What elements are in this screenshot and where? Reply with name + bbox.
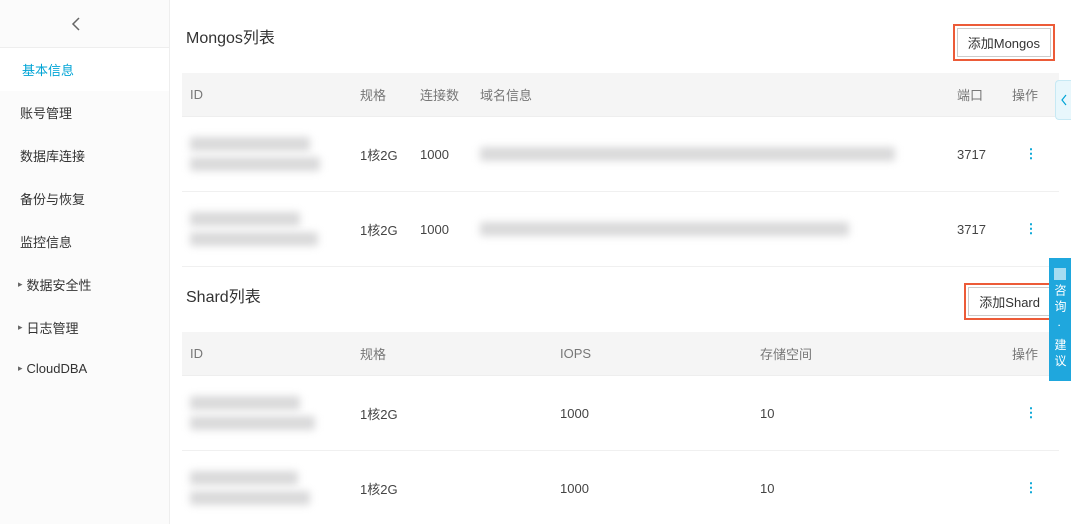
add-mongos-button[interactable]: 添加Mongos: [957, 28, 1051, 57]
cell-iops: 1000: [552, 376, 752, 451]
cell-id: [182, 117, 352, 192]
cell-id: [182, 451, 352, 524]
col-id: ID: [182, 73, 352, 117]
chat-icon: [1054, 268, 1066, 280]
cell-id: [182, 192, 352, 267]
sidebar-item-security[interactable]: 数据安全性: [0, 263, 169, 306]
sidebar-item-clouddba[interactable]: CloudDBA: [0, 349, 169, 388]
col-domain: 域名信息: [472, 73, 949, 117]
sidebar-item-db-connect[interactable]: 数据库连接: [0, 134, 169, 177]
chevron-left-icon: [70, 16, 82, 32]
back-button[interactable]: [0, 0, 169, 48]
sidebar-item-logs[interactable]: 日志管理: [0, 306, 169, 349]
cell-storage: 10: [752, 376, 1004, 451]
col-spec: 规格: [352, 73, 412, 117]
feedback-label: 咨询 · 建议: [1053, 284, 1067, 371]
cell-conn: 1000: [412, 192, 472, 267]
cell-id: [182, 376, 352, 451]
mongos-table: ID 规格 连接数 域名信息 端口 操作 1核2G 1000 3717 ⋮ 1核…: [182, 73, 1059, 267]
sidebar: 基本信息 账号管理 数据库连接 备份与恢复 监控信息 数据安全性 日志管理 Cl…: [0, 0, 170, 524]
cell-iops: 1000: [552, 451, 752, 524]
table-row: 1核2G 1000 3717 ⋮: [182, 192, 1059, 267]
cell-port: 3717: [949, 117, 1004, 192]
cell-spec: 1核2G: [352, 192, 412, 267]
cell-storage: 10: [752, 451, 1004, 524]
sidebar-item-monitoring[interactable]: 监控信息: [0, 220, 169, 263]
col-storage: 存储空间: [752, 332, 1004, 376]
feedback-tab[interactable]: 咨询 · 建议: [1049, 258, 1071, 381]
table-row: 1核2G 1000 10 ⋮: [182, 451, 1059, 524]
row-actions-button[interactable]: ⋮: [1004, 192, 1059, 267]
cell-spec: 1核2G: [352, 376, 552, 451]
col-iops: IOPS: [552, 332, 752, 376]
row-actions-button[interactable]: ⋮: [1004, 376, 1059, 451]
main-content: Mongos列表 添加Mongos ID 规格 连接数 域名信息 端口 操作 1…: [170, 0, 1071, 524]
sidebar-item-basic-info[interactable]: 基本信息: [0, 48, 169, 91]
shard-header: Shard列表 添加Shard: [182, 267, 1059, 332]
cell-spec: 1核2G: [352, 451, 552, 524]
cell-spec: 1核2G: [352, 117, 412, 192]
shard-title: Shard列表: [186, 283, 261, 307]
handle-icon: [1061, 94, 1067, 106]
col-op: 操作: [1004, 73, 1059, 117]
more-icon: ⋮: [1025, 146, 1039, 161]
col-conn: 连接数: [412, 73, 472, 117]
add-mongos-highlight: 添加Mongos: [953, 24, 1055, 61]
add-shard-button[interactable]: 添加Shard: [968, 287, 1051, 316]
col-spec: 规格: [352, 332, 552, 376]
more-icon: ⋮: [1025, 405, 1039, 420]
side-drawer-toggle[interactable]: [1055, 80, 1071, 120]
more-icon: ⋮: [1025, 480, 1039, 495]
sidebar-item-backup[interactable]: 备份与恢复: [0, 177, 169, 220]
cell-conn: 1000: [412, 117, 472, 192]
cell-port: 3717: [949, 192, 1004, 267]
table-row: 1核2G 1000 3717 ⋮: [182, 117, 1059, 192]
sidebar-item-accounts[interactable]: 账号管理: [0, 91, 169, 134]
add-shard-highlight: 添加Shard: [964, 283, 1055, 320]
mongos-header: Mongos列表 添加Mongos: [182, 8, 1059, 73]
col-id: ID: [182, 332, 352, 376]
col-port: 端口: [949, 73, 1004, 117]
table-row: 1核2G 1000 10 ⋮: [182, 376, 1059, 451]
shard-table: ID 规格 IOPS 存储空间 操作 1核2G 1000 10 ⋮ 1核2G 1…: [182, 332, 1059, 524]
row-actions-button[interactable]: ⋮: [1004, 117, 1059, 192]
cell-domain: [472, 117, 949, 192]
more-icon: ⋮: [1025, 221, 1039, 236]
row-actions-button[interactable]: ⋮: [1004, 451, 1059, 524]
cell-domain: [472, 192, 949, 267]
mongos-title: Mongos列表: [186, 24, 275, 48]
